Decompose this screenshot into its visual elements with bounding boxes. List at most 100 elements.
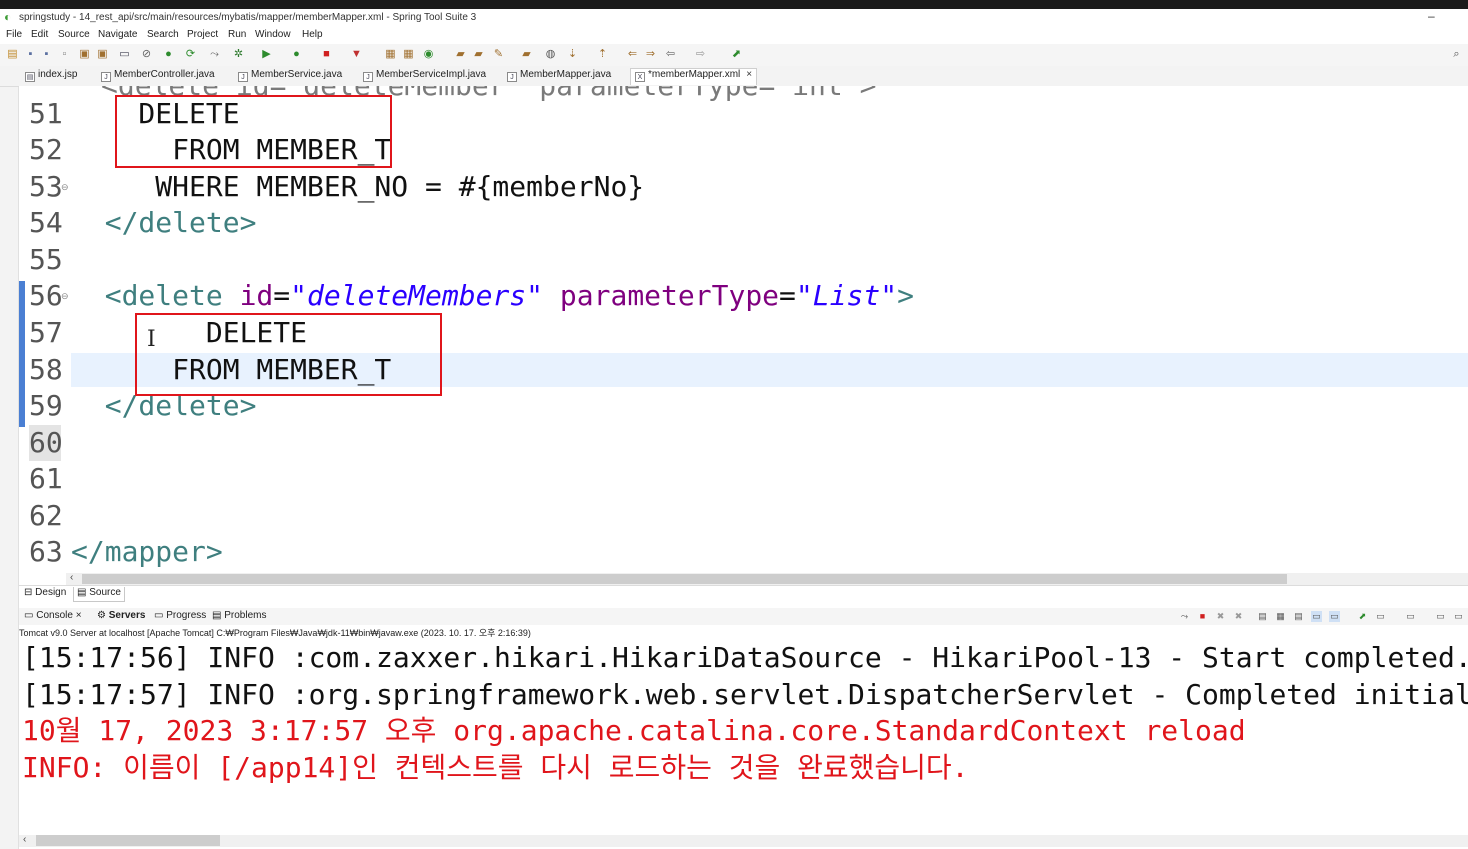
save-all-icon[interactable]: ▪ — [40, 48, 53, 61]
tab-member-service[interactable]: J MemberService.java — [238, 69, 342, 85]
close-icon[interactable]: × — [76, 610, 82, 621]
new-icon[interactable]: ▤ — [6, 48, 19, 61]
clear-console-icon[interactable]: ▤ — [1257, 611, 1268, 622]
minimize-button[interactable]: – — [1428, 9, 1435, 23]
word-wrap-icon[interactable]: ▤ — [1293, 611, 1304, 622]
line-number: 54 — [29, 206, 63, 239]
java-file-icon: J — [101, 72, 111, 82]
new-java-project-icon[interactable]: ▦ — [384, 48, 397, 61]
remove-launch-icon[interactable]: ✖ — [1215, 611, 1226, 622]
scrollbar-thumb[interactable] — [82, 574, 1287, 584]
console-horizontal-scrollbar[interactable]: ‹ — [19, 834, 1468, 847]
menu-window[interactable]: Window — [255, 29, 291, 40]
open-console-icon[interactable]: ▭ — [1405, 611, 1416, 622]
prev-annotation-icon[interactable]: ⇡ — [596, 48, 609, 61]
editor-horizontal-scrollbar[interactable]: ‹ — [66, 572, 1468, 585]
search-files-icon[interactable]: ▰ — [520, 48, 533, 61]
new-package-icon[interactable]: ▦ — [402, 48, 415, 61]
tab-design[interactable]: ⊟ Design — [24, 587, 66, 601]
xml-eq: = — [273, 279, 291, 312]
remove-all-icon[interactable]: ✖ — [1233, 611, 1244, 622]
menu-project[interactable]: Project — [187, 29, 218, 40]
open-perspective-icon[interactable]: ⬈ — [730, 48, 743, 61]
tab-member-mapper-xml[interactable]: X *memberMapper.xml × — [630, 68, 758, 85]
console-process-info: Tomcat v9.0 Server at localhost [Apache … — [19, 628, 531, 638]
tab-label: index.jsp — [38, 69, 78, 80]
code-editor[interactable]: <delete id="deleteMember" parameterType=… — [19, 86, 1468, 573]
console-line: 10월 17, 2023 3:17:57 오후 org.apache.catal… — [22, 714, 1246, 747]
minimize-view-icon[interactable]: ▭ — [1435, 611, 1446, 622]
pin-editor-icon[interactable]: ⇒ — [644, 48, 657, 61]
jsp-file-icon: ▤ — [25, 72, 35, 82]
tab-label: Progress — [166, 610, 207, 621]
edit-icon[interactable]: ✎ — [492, 48, 505, 61]
line-number: 62 — [29, 499, 63, 532]
tab-label: Source — [89, 587, 121, 598]
menu-source[interactable]: Source — [58, 29, 90, 40]
forward-icon[interactable]: ⇨ — [694, 48, 707, 61]
last-edit-icon[interactable]: ⇐ — [626, 48, 639, 61]
tab-label: MemberServiceImpl.java — [376, 69, 487, 80]
ext-tools-icon[interactable]: ▼ — [350, 48, 363, 61]
menu-help[interactable]: Help — [302, 29, 323, 40]
display-console-icon[interactable]: ▭ — [1375, 611, 1386, 622]
console-toggle-icon[interactable]: ▭ — [118, 48, 131, 61]
console-output[interactable]: [15:17:56] INFO :com.zaxxer.hikari.Hikar… — [19, 640, 1468, 835]
menu-search[interactable]: Search — [147, 29, 179, 40]
link-icon[interactable]: ⤳ — [1179, 611, 1190, 622]
open-folder-icon[interactable]: ▰ — [454, 48, 467, 61]
line-number: 57 — [29, 316, 63, 349]
debug-icon[interactable]: ✲ — [232, 48, 245, 61]
link-icon[interactable]: ⤳ — [208, 48, 221, 61]
tab-source[interactable]: ▤ Source — [73, 587, 125, 602]
next-annotation-icon[interactable]: ⇣ — [566, 48, 579, 61]
maximize-view-icon[interactable]: ▭ — [1453, 611, 1464, 622]
run-config-icon[interactable]: ● — [290, 48, 303, 61]
print-icon[interactable]: ▫ — [58, 48, 71, 61]
back-icon[interactable]: ⇦ — [664, 48, 677, 61]
xml-tag: > — [897, 279, 914, 312]
scrollbar-thumb[interactable] — [36, 835, 220, 846]
tab-progress[interactable]: ▭ Progress — [154, 610, 206, 621]
tab-member-controller[interactable]: J MemberController.java — [101, 69, 215, 85]
fold-icon[interactable]: ⊖ — [61, 291, 69, 302]
tab-problems[interactable]: ▤ Problems — [212, 610, 266, 621]
scroll-left-icon[interactable]: ‹ — [70, 572, 73, 583]
tab-label: MemberMapper.java — [520, 69, 612, 80]
search-icon[interactable]: ⌕ — [1450, 48, 1463, 61]
globe-icon[interactable]: ◍ — [544, 48, 557, 61]
open-type-icon[interactable]: ▣ — [78, 48, 91, 61]
open-task-icon[interactable]: ▣ — [96, 48, 109, 61]
new-class-icon[interactable]: ◉ — [422, 48, 435, 61]
menu-edit[interactable]: Edit — [31, 29, 48, 40]
spring-icon[interactable]: ● — [162, 48, 175, 61]
tab-member-mapper-java[interactable]: J MemberMapper.java — [507, 69, 611, 85]
tab-label: Console — [36, 610, 73, 621]
tab-label: Servers — [108, 610, 146, 621]
menu-run[interactable]: Run — [228, 29, 246, 40]
stop-icon[interactable]: ■ — [320, 48, 333, 61]
tab-console[interactable]: ▭ Console × — [24, 610, 82, 621]
show-console-stderr-icon[interactable]: ▭ — [1329, 611, 1340, 622]
tab-member-service-impl[interactable]: J MemberServiceImpl.java — [363, 69, 486, 85]
scroll-left-icon[interactable]: ‹ — [23, 834, 26, 845]
save-icon[interactable]: ▪ — [24, 48, 37, 61]
terminate-icon[interactable]: ■ — [1197, 611, 1208, 622]
show-console-stdout-icon[interactable]: ▭ — [1311, 611, 1322, 622]
skip-breakpoints-icon[interactable]: ⊘ — [140, 48, 153, 61]
run-icon[interactable]: ▶ — [260, 48, 273, 61]
scroll-lock-icon[interactable]: ▦ — [1275, 611, 1286, 622]
menu-navigate[interactable]: Navigate — [98, 29, 137, 40]
fold-icon[interactable]: ⊖ — [61, 182, 69, 193]
refresh-icon[interactable]: ⟳ — [184, 48, 197, 61]
line-number: 60 — [29, 425, 63, 461]
java-file-icon: J — [238, 72, 248, 82]
close-icon[interactable]: × — [746, 69, 752, 80]
tab-label: MemberService.java — [251, 69, 343, 80]
main-toolbar: ▤ ▪ ▪ ▫ ▣ ▣ ▭ ⊘ ● ⟳ ⤳ ✲ ▶ ● ■ ▼ ▦ ▦ ◉ ▰ … — [0, 44, 1468, 67]
open-file-icon[interactable]: ▰ — [472, 48, 485, 61]
pin-console-icon[interactable]: ⬈ — [1357, 611, 1368, 622]
tab-index-jsp[interactable]: ▤ index.jsp — [25, 69, 77, 85]
tab-servers[interactable]: ⚙ Servers — [97, 610, 145, 621]
menu-file[interactable]: File — [6, 29, 22, 40]
